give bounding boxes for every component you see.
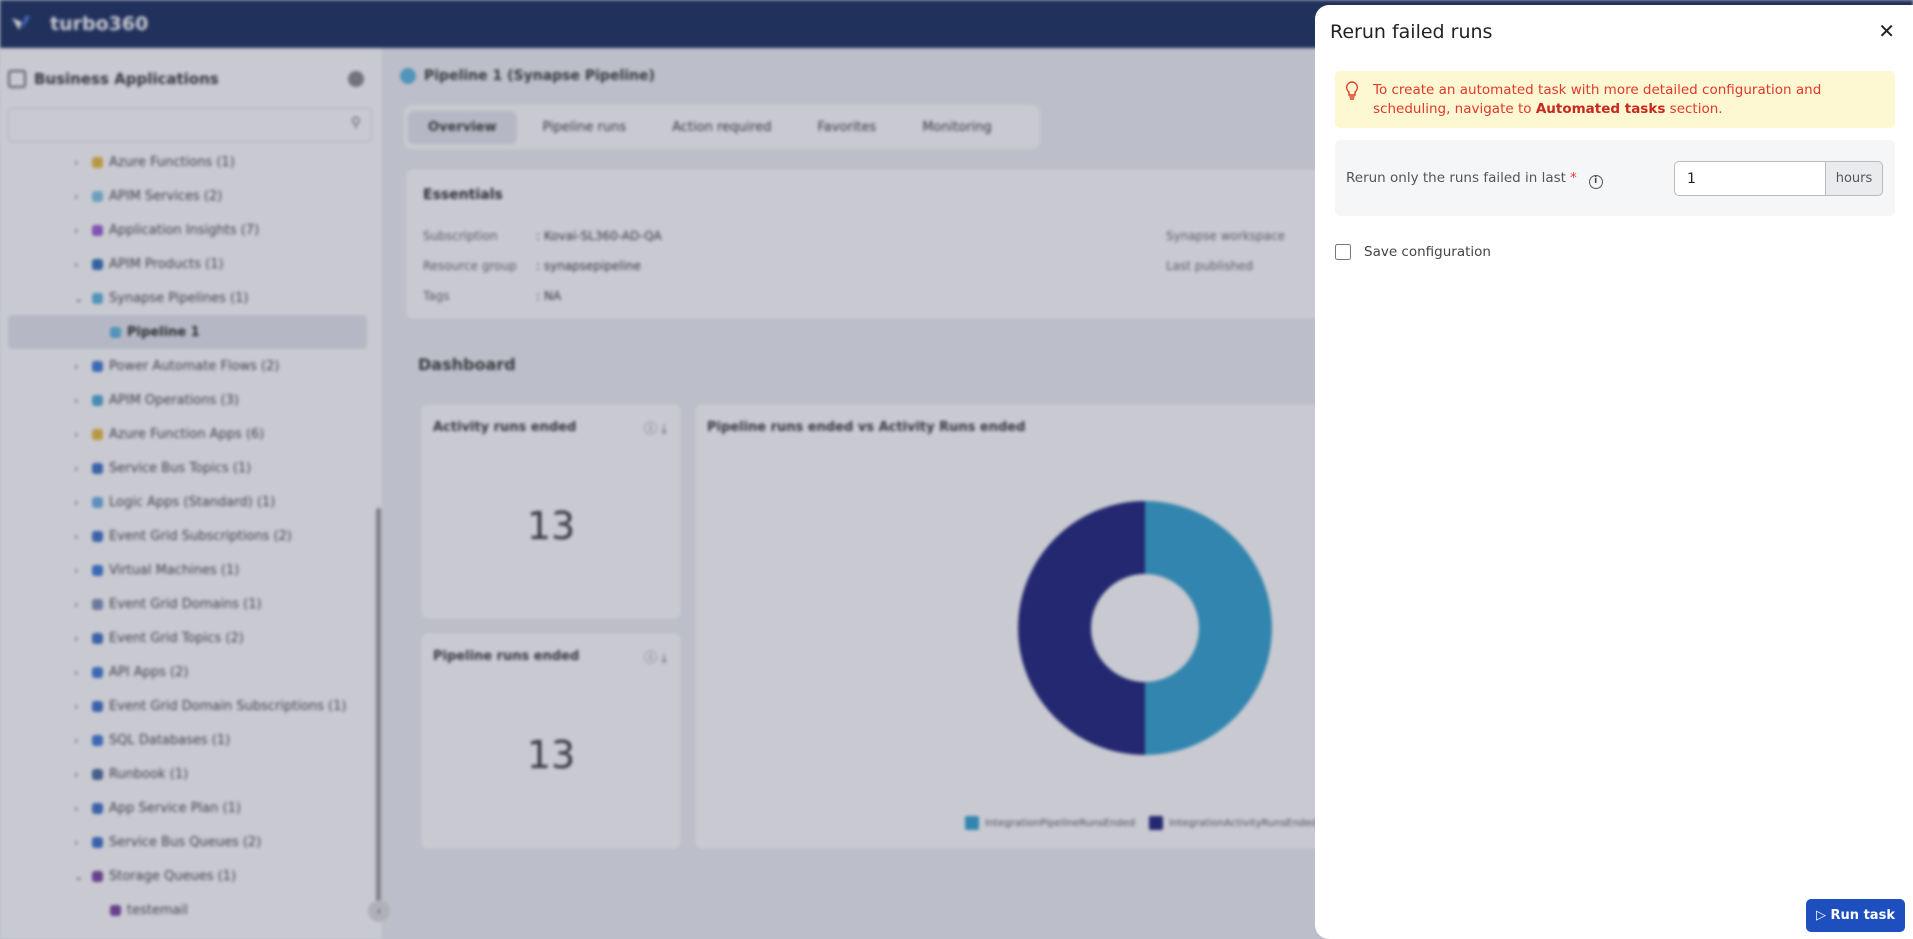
hours-unit: hours — [1825, 161, 1883, 196]
close-icon[interactable]: ✕ — [1878, 19, 1895, 43]
alert-text-end: section. — [1665, 101, 1723, 117]
save-configuration-checkbox[interactable]: Save configuration — [1335, 244, 1491, 260]
lightbulb-icon — [1345, 81, 1359, 100]
rerun-failed-runs-panel: Rerun failed runs ✕ To create an automat… — [1315, 5, 1913, 939]
save-configuration-checkbox-input[interactable] — [1335, 244, 1351, 260]
play-icon: ▷ — [1816, 908, 1827, 923]
required-asterisk: * — [1569, 170, 1577, 186]
rerun-form: Rerun only the runs failed in last*i hou… — [1335, 140, 1895, 216]
info-alert: To create an automated task with more de… — [1335, 71, 1895, 128]
automated-tasks-link[interactable]: Automated tasks — [1536, 101, 1666, 117]
save-configuration-label: Save configuration — [1364, 244, 1491, 260]
panel-title: Rerun failed runs — [1330, 21, 1493, 43]
run-task-button[interactable]: ▷ Run task — [1806, 899, 1905, 932]
rerun-hours-label: Rerun only the runs failed in last * i — [1346, 170, 1603, 189]
info-icon[interactable]: i — [1588, 175, 1603, 189]
rerun-hours-input[interactable] — [1674, 161, 1825, 196]
